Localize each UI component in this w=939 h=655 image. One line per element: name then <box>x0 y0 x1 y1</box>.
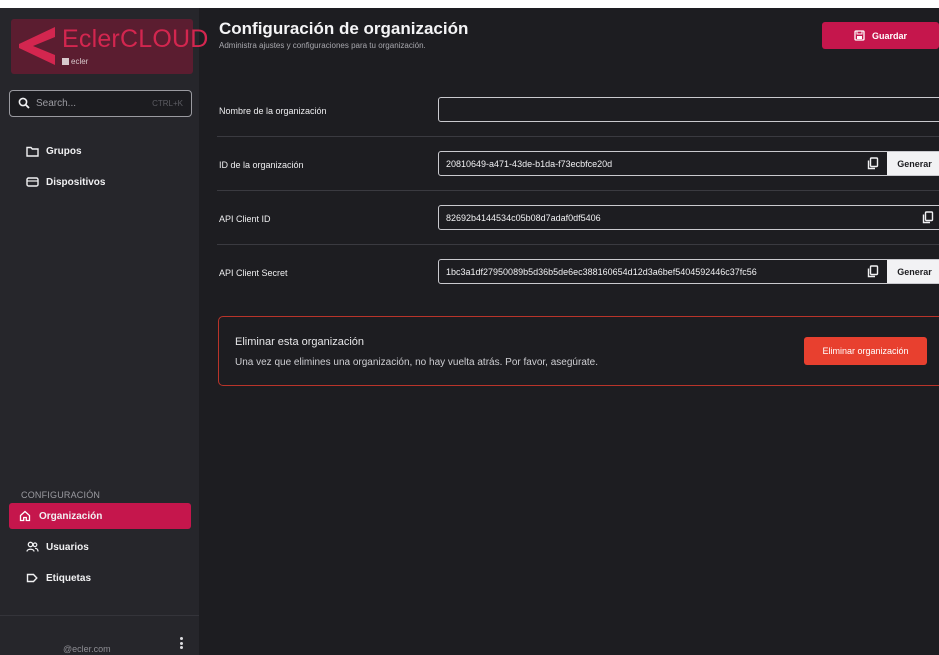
row-divider <box>217 244 939 245</box>
device-icon <box>25 175 39 189</box>
row-divider <box>217 136 939 137</box>
copy-icon[interactable] <box>867 265 879 278</box>
sidebar-item-label: Etiquetas <box>46 572 92 584</box>
main-content: Configuración de organización Administra… <box>199 8 939 655</box>
sidebar: EclerCLOUD ecler Search... CTRL+K Grupos <box>0 8 208 655</box>
users-icon <box>25 540 39 554</box>
user-email: @ecler.com <box>63 644 111 654</box>
brand-sub-text: ecler <box>71 57 89 66</box>
save-button[interactable]: Guardar <box>822 22 939 49</box>
api-client-id-field[interactable]: 82692b4144534c05b08d7adaf0df5406 <box>438 205 939 230</box>
save-icon <box>854 30 865 41</box>
ecler-square-icon <box>62 58 69 65</box>
sidebar-item-label: Usuarios <box>46 541 89 553</box>
delete-organization-button[interactable]: Eliminar organización <box>804 337 927 365</box>
generate-id-button[interactable]: Generar <box>887 152 939 175</box>
api-client-secret-field[interactable]: 1bc3a1df27950089b5d36b5de6ec388160654d12… <box>438 259 939 284</box>
search-placeholder: Search... <box>36 98 77 109</box>
row-divider <box>217 190 939 191</box>
generate-secret-button-label: Generar <box>897 266 932 277</box>
danger-title: Eliminar esta organización <box>235 336 365 348</box>
sidebar-item-etiquetas[interactable]: Etiquetas <box>9 565 191 591</box>
generate-id-button-label: Generar <box>897 158 932 169</box>
danger-zone: Eliminar esta organización Una vez que e… <box>218 316 939 386</box>
danger-description: Una vez que elimines una organización, n… <box>235 357 598 368</box>
app-window: EclerCLOUD ecler Search... CTRL+K Grupos <box>0 8 939 655</box>
search-input[interactable]: Search... CTRL+K <box>9 90 192 117</box>
api-client-secret-value: 1bc3a1df27950089b5d36b5de6ec388160654d12… <box>446 267 757 277</box>
sidebar-item-grupos[interactable]: Grupos <box>9 138 191 164</box>
api-client-id-value: 82692b4144534c05b08d7adaf0df5406 <box>446 213 601 223</box>
org-name-field[interactable] <box>438 97 939 122</box>
org-name-label: Nombre de la organización <box>219 106 327 116</box>
page-title: Configuración de organización <box>219 19 469 38</box>
sidebar-item-label: Organización <box>39 510 103 522</box>
api-client-secret-label: API Client Secret <box>219 268 288 278</box>
folder-icon <box>25 144 39 158</box>
sidebar-item-label: Grupos <box>46 145 82 157</box>
page-subtitle: Administra ajustes y configuraciones par… <box>219 41 426 50</box>
brand-name: EclerCLOUD <box>62 25 209 53</box>
sidebar-item-organizacion[interactable]: Organización <box>9 503 191 529</box>
copy-icon[interactable] <box>867 157 879 170</box>
home-icon <box>18 509 32 523</box>
more-options-icon[interactable] <box>177 636 185 650</box>
sidebar-item-label: Dispositivos <box>46 176 106 188</box>
sidebar-item-dispositivos[interactable]: Dispositivos <box>9 169 191 195</box>
save-button-label: Guardar <box>871 30 907 41</box>
org-id-label: ID de la organización <box>219 160 304 170</box>
search-icon <box>18 97 30 109</box>
generate-secret-button[interactable]: Generar <box>887 260 939 283</box>
brand-sub: ecler <box>62 57 88 66</box>
ecler-logo-icon <box>19 27 55 65</box>
section-label-configuracion: CONFIGURACIÓN <box>21 490 101 500</box>
delete-organization-button-label: Eliminar organización <box>822 346 909 356</box>
org-id-field[interactable]: 20810649-a471-43de-b1da-f73ecbfce20d Gen… <box>438 151 939 176</box>
brand-logo[interactable]: EclerCLOUD ecler <box>11 19 208 74</box>
sidebar-item-usuarios[interactable]: Usuarios <box>9 534 191 560</box>
search-shortcut: CTRL+K <box>152 99 183 108</box>
divider <box>0 615 199 616</box>
org-id-value: 20810649-a471-43de-b1da-f73ecbfce20d <box>446 159 613 169</box>
tag-icon <box>25 571 39 585</box>
api-client-id-label: API Client ID <box>219 214 271 224</box>
copy-icon[interactable] <box>922 211 934 224</box>
